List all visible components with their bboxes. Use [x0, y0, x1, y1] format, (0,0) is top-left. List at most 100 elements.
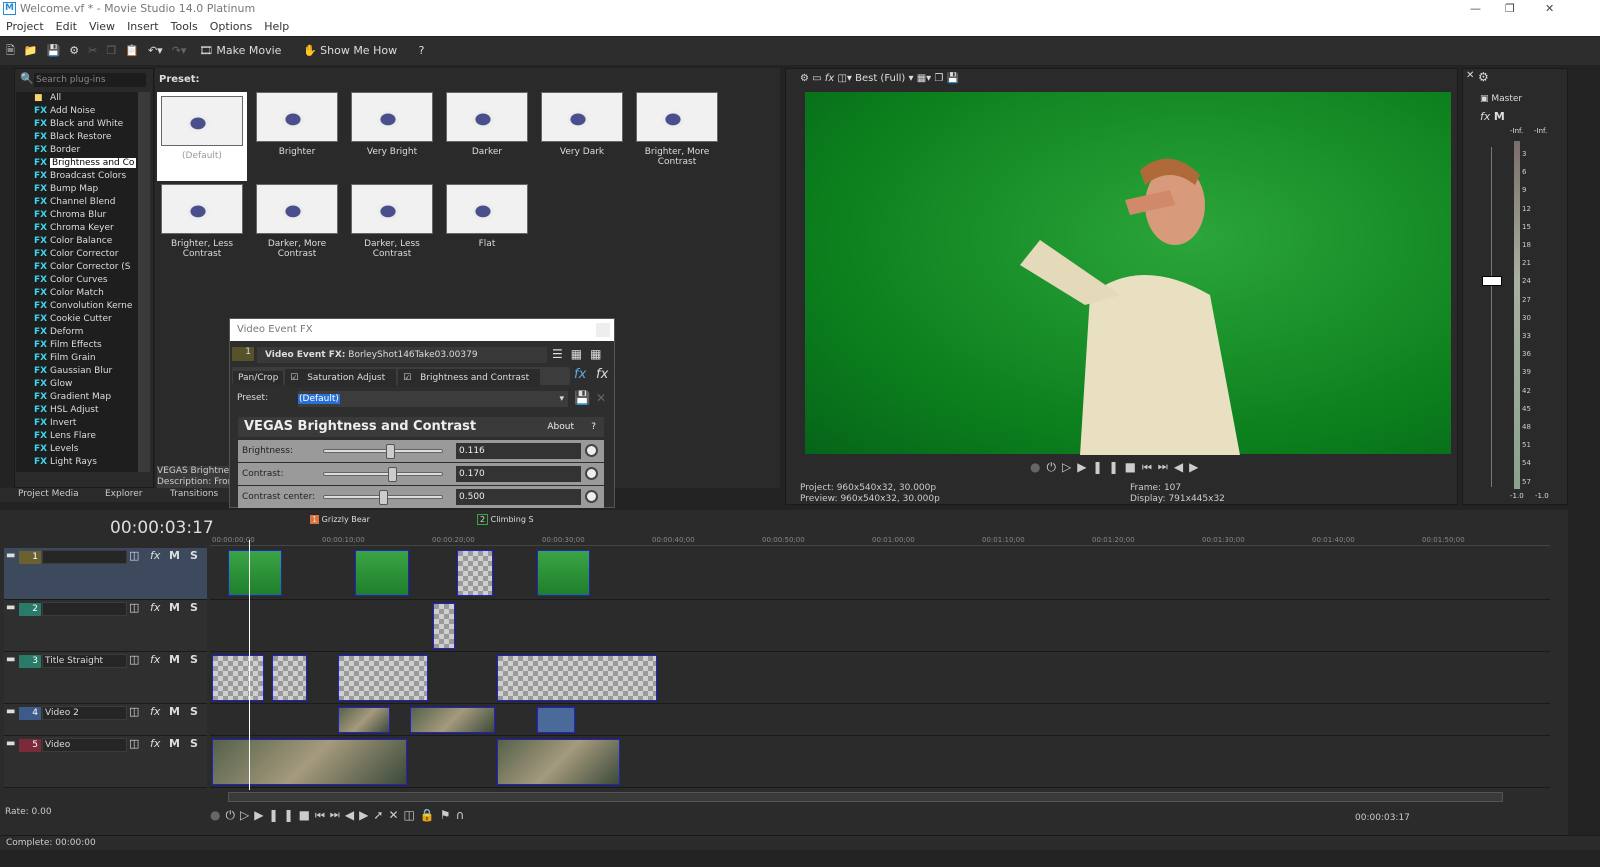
plugin-item[interactable]: FX Color Corrector [16, 248, 138, 261]
clip[interactable] [355, 550, 409, 596]
param-value[interactable]: 0.170 [456, 466, 581, 482]
plugin-item[interactable]: FX Glow [16, 378, 138, 391]
composite-icon[interactable]: ◫ [129, 653, 139, 666]
plugin-item[interactable]: FX Gaussian Blur [16, 365, 138, 378]
plugin-item[interactable]: FX Add Noise [16, 105, 138, 118]
loop-button[interactable]: ⏻ [225, 808, 240, 822]
go-to-start-button[interactable]: ⏮ [315, 808, 330, 822]
overlays-icon[interactable]: ▦▾ [917, 73, 931, 84]
plugin-item[interactable]: FX Brightness and Co [16, 157, 138, 170]
param-slider[interactable] [323, 444, 443, 459]
previous-frame-button[interactable]: ◀ [345, 808, 359, 822]
track-name[interactable]: Video 2 [42, 706, 127, 720]
pause-button[interactable]: ❚❚ [1092, 460, 1124, 474]
chain-saturation-adjust[interactable]: ☑ Saturation Adjust [285, 369, 397, 387]
param-value[interactable]: 0.116 [456, 443, 581, 459]
clip[interactable] [433, 603, 455, 649]
composite-icon[interactable]: ◫ [129, 737, 139, 750]
plugin-item[interactable]: FX HSL Adjust [16, 404, 138, 417]
plugin-item[interactable]: FX Color Corrector (S [16, 261, 138, 274]
preset-item[interactable]: Brighter, Less Contrast [157, 184, 247, 259]
plugin-item[interactable]: FX Color Balance [16, 235, 138, 248]
view-mode-icons[interactable]: ☰▦▦ [552, 347, 609, 361]
preset-item[interactable]: Darker, More Contrast [252, 184, 342, 259]
plugin-item[interactable]: FX Broadcast Colors [16, 170, 138, 183]
tree-root-all[interactable]: ■ All [16, 92, 138, 105]
preset-item[interactable]: (Default) [157, 92, 247, 181]
track-expand-icon[interactable]: ▬ [6, 706, 15, 717]
go-to-end-button[interactable]: ⏭ [330, 808, 345, 822]
marker-1[interactable]: 1 Grizzly Bear [310, 515, 370, 524]
save-icon[interactable]: 💾 [47, 44, 61, 57]
track-fx-icon[interactable]: fx [150, 705, 160, 718]
animate-icon[interactable] [585, 444, 598, 457]
track-lane[interactable] [210, 736, 1550, 788]
preset-item[interactable]: Very Dark [537, 92, 627, 157]
split-icon[interactable]: ◫ [404, 808, 420, 822]
slider-knob[interactable] [387, 467, 397, 482]
clip[interactable] [457, 550, 493, 596]
help-icon[interactable]: ? [419, 44, 425, 57]
plugin-item[interactable]: FX Film Grain [16, 352, 138, 365]
mute-button[interactable]: M [169, 601, 180, 614]
clip[interactable] [410, 707, 495, 733]
clip[interactable] [228, 550, 282, 596]
param-value[interactable]: 0.500 [456, 489, 581, 505]
plugin-item[interactable]: FX Light Rays [16, 456, 138, 469]
about-button[interactable]: About [547, 417, 574, 437]
composite-icon[interactable]: ◫ [129, 549, 139, 562]
preset-item[interactable]: Very Bright [347, 92, 437, 157]
track-expand-icon[interactable]: ▬ [6, 550, 15, 561]
delete-icon[interactable]: ✕ [388, 808, 403, 822]
plugin-item[interactable]: FX Color Match [16, 287, 138, 300]
save-snapshot-icon[interactable]: 💾 [947, 73, 959, 84]
clip[interactable] [497, 655, 657, 701]
undo-icon[interactable]: ↶▾ [148, 44, 163, 57]
clip[interactable] [497, 739, 620, 785]
track-header[interactable]: ▬ 4 Video 2 ◫ fx M S [4, 704, 207, 736]
menu-project[interactable]: Project [6, 20, 44, 33]
time-ruler[interactable]: 00:00:00;00 00:00:10;00 00:00:20;00 00:00:3… [210, 534, 1550, 546]
plugin-item[interactable]: FX Deform [16, 326, 138, 339]
snapping-icon[interactable]: ∩ [456, 808, 470, 822]
track-header[interactable]: ▬ 5 Video ◫ fx M S [4, 736, 207, 788]
track-name[interactable]: Video [42, 738, 127, 752]
make-movie-button[interactable]: 🎞 Make Movie [199, 44, 291, 57]
solo-button[interactable]: S [190, 601, 198, 614]
track-lane[interactable] [210, 548, 1550, 600]
solo-button[interactable]: S [190, 653, 198, 666]
track-lane[interactable] [210, 600, 1550, 652]
preview-quality-dropdown[interactable]: Best (Full) ▾ [855, 73, 913, 84]
plugin-item[interactable]: FX Convolution Kerne [16, 300, 138, 313]
plugin-item[interactable]: FX Color Curves [16, 274, 138, 287]
plugin-item[interactable]: FX Invert [16, 417, 138, 430]
menu-tools[interactable]: Tools [171, 20, 198, 33]
search-input[interactable]: Search plug-ins [34, 73, 146, 87]
plugin-item[interactable]: FX Channel Blend [16, 196, 138, 209]
master-fader[interactable] [1482, 276, 1502, 286]
track-header[interactable]: ▬ 1 ◫ fx M S [4, 548, 207, 600]
close-icon[interactable]: ✕ [1466, 70, 1474, 81]
chain-brightness-contrast[interactable]: ☑ Brightness and Contrast [398, 369, 541, 387]
play-button[interactable]: ▶ [254, 808, 268, 822]
chain-pan-crop[interactable]: Pan/Crop [233, 371, 284, 385]
slider-knob[interactable] [385, 444, 395, 459]
maximize-button[interactable]: ❐ [1505, 0, 1515, 18]
solo-button[interactable]: S [190, 705, 198, 718]
animate-icon[interactable] [585, 490, 598, 503]
preset-dropdown[interactable]: (Default) ▾ [298, 391, 568, 407]
param-slider[interactable] [323, 490, 443, 505]
preset-item[interactable]: Darker [442, 92, 532, 157]
normal-edit-tool-icon[interactable]: ➚ [373, 808, 388, 822]
fx-icon[interactable]: fx [825, 73, 834, 84]
plugin-item[interactable]: FX Lens Flare [16, 430, 138, 443]
track-fx-icon[interactable]: fx [150, 601, 160, 614]
lock-icon[interactable]: 🔒 [420, 808, 440, 822]
dialog-close-button[interactable] [596, 323, 610, 337]
new-icon[interactable]: 🗎 [6, 44, 15, 57]
redo-icon[interactable]: ↷▾ [172, 44, 187, 57]
copy-icon[interactable]: ❐ [106, 44, 116, 57]
clip[interactable] [338, 707, 390, 733]
external-monitor-icon[interactable]: ▭ [812, 73, 821, 84]
marker-2[interactable]: 2 Climbing S [477, 514, 534, 525]
